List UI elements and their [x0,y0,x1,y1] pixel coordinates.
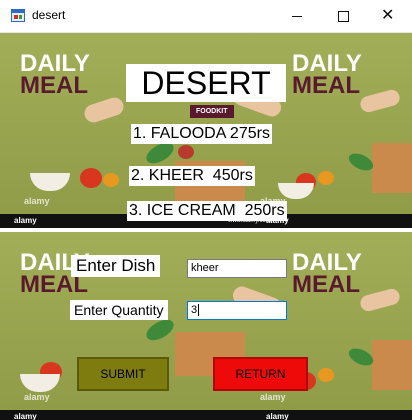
dish-input[interactable]: kheer [187,259,287,278]
background-hand [358,287,402,313]
maximize-icon [338,11,349,22]
background-brand-right: DAILY MEAL [292,249,362,298]
background-watermark: alamy [24,392,50,402]
background-watermark: alamy [260,392,286,402]
app-icon [11,9,25,22]
quantity-input[interactable]: 3 [187,301,287,320]
close-icon: ✕ [381,5,395,24]
text-caret [198,304,200,317]
close-button[interactable]: ✕ [366,0,412,32]
background-hand [358,88,402,114]
maximize-button[interactable] [320,0,366,32]
background-badge: FOODKIT [190,105,234,118]
background-watermark: alamy [24,196,50,206]
background-strip: alamy alamy [0,410,412,420]
background-vegetable [318,171,334,185]
window-title: desert [32,8,66,22]
background-brand-left: DAILY MEAL [20,50,90,99]
background-bowl [30,173,70,191]
menu-item-falooda: 1. FALOODA 275rs [131,124,272,144]
background-brand-right: DAILY MEAL [292,50,362,99]
background-vegetable [318,368,334,382]
menu-item-ice-cream: 3. ICE CREAM 250rs [127,201,287,221]
minimize-icon [292,16,302,17]
background-vegetable [178,145,194,159]
background-vegetable [103,173,119,187]
menu-heading: DESERT [126,64,286,102]
quantity-label: Enter Quantity [70,300,168,320]
submit-button[interactable]: SUBMIT [77,357,169,391]
minimize-button[interactable] [274,0,320,32]
background-hand [82,95,126,125]
menu-item-kheer: 2. KHEER 450rs [129,166,255,186]
dish-label: Enter Dish [71,255,161,277]
background-vegetable [80,168,102,188]
background-box [372,340,412,390]
background-bowl [20,374,60,392]
title-bar: desert ✕ [0,0,412,33]
background-box [372,143,412,193]
return-button[interactable]: RETURN [213,357,308,391]
